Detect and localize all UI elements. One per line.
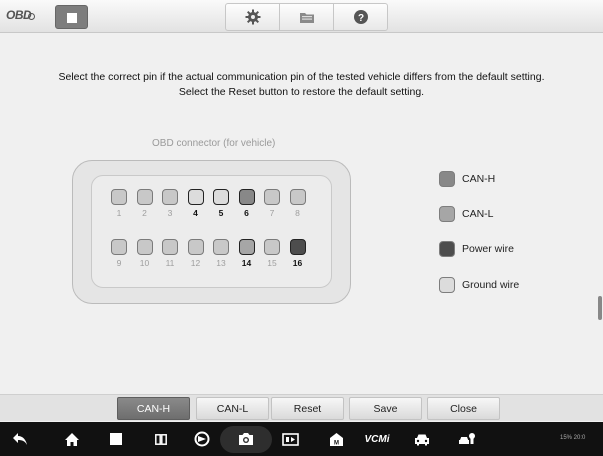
instruction-line-2: Select the Reset button to restore the d…: [178, 86, 425, 98]
pin-12[interactable]: [187, 239, 204, 255]
legend-label: CAN-L: [462, 208, 494, 220]
pin-9[interactable]: [111, 239, 127, 255]
pin-6[interactable]: [238, 189, 255, 205]
car-icon[interactable]: [412, 422, 432, 456]
svg-text:M: M: [334, 440, 339, 446]
pin-number-14: 14: [241, 258, 252, 268]
function-button-bar: CAN-H CAN-L Reset Save Close: [0, 394, 603, 421]
pin-number-4: 4: [193, 208, 198, 218]
pin-number-5: 5: [218, 208, 224, 218]
browser-icon[interactable]: [192, 422, 212, 456]
obd-connector: 1 2 3 4 5 6 7 8 9 10 11 12 13 14 15 16: [72, 160, 351, 304]
pin-10[interactable]: [136, 239, 153, 255]
pin-number-8: 8: [295, 208, 300, 218]
pin-14[interactable]: [238, 239, 255, 255]
settings-button[interactable]: [226, 4, 280, 30]
help-button[interactable]: ?: [334, 4, 387, 30]
camera-icon[interactable]: [236, 422, 256, 456]
pin-number-16: 16: [292, 258, 303, 268]
legend-item-ground-wire: Ground wire: [439, 277, 519, 293]
pin-number-11: 11: [165, 258, 175, 268]
folder-button[interactable]: [280, 4, 334, 30]
obd-logo-ring-icon: [28, 13, 35, 20]
car-service-icon[interactable]: [456, 422, 478, 456]
close-button[interactable]: Close: [427, 397, 500, 420]
vcmi-icon[interactable]: VCMi: [364, 422, 390, 456]
pin-number-2: 2: [142, 208, 147, 218]
pin-2[interactable]: [136, 189, 153, 205]
pin-number-1: 1: [116, 208, 122, 218]
pin-13[interactable]: [213, 239, 229, 255]
legend-item-can-h: CAN-H: [439, 171, 495, 187]
legend-label: Ground wire: [462, 279, 520, 291]
gear-icon: [245, 9, 260, 25]
pin-11[interactable]: [162, 239, 178, 255]
stop-icon: [67, 13, 77, 23]
pin-number-7: 7: [269, 208, 275, 218]
legend-swatch: [439, 241, 455, 257]
pin-7[interactable]: [264, 189, 280, 205]
can-l-button[interactable]: CAN-L: [196, 397, 269, 420]
legend-label: CAN-H: [462, 173, 496, 185]
home-icon[interactable]: [62, 422, 82, 456]
pin-3[interactable]: [162, 189, 178, 205]
legend-swatch: [439, 171, 455, 187]
pin-number-6: 6: [244, 208, 249, 218]
pin-number-10: 10: [139, 258, 150, 268]
legend-item-can-l: CAN-L: [439, 206, 494, 222]
svg-text:?: ?: [357, 13, 363, 24]
pin-16[interactable]: [289, 239, 306, 255]
system-navigation-bar: M VCMi 15% 20:0: [0, 422, 603, 456]
top-toolbar: OBD ?: [0, 0, 603, 33]
pin-number-9: 9: [116, 258, 122, 268]
folder-icon: [299, 12, 314, 23]
pin-5[interactable]: [213, 189, 229, 205]
scrollbar[interactable]: [598, 296, 602, 320]
legend-item-power-wire: Power wire: [439, 241, 514, 257]
toolbar-button-group: ?: [225, 3, 388, 31]
obd-logo: OBD: [6, 8, 35, 22]
save-button[interactable]: Save: [349, 397, 422, 420]
pin-1[interactable]: [111, 189, 127, 205]
reset-button[interactable]: Reset: [271, 397, 344, 420]
instructions: Select the correct pin if the actual com…: [0, 70, 603, 100]
legend-swatch: [439, 277, 455, 293]
pin-4[interactable]: [187, 189, 204, 205]
pin-number-13: 13: [216, 258, 226, 268]
can-h-button[interactable]: CAN-H: [117, 397, 190, 420]
pin-15[interactable]: [264, 239, 280, 255]
pin-8[interactable]: [289, 189, 306, 205]
recent-apps-icon[interactable]: [107, 422, 125, 456]
vcmi-label: VCMi: [364, 433, 390, 445]
obd-connector-face: 1 2 3 4 5 6 7 8 9 10 11 12 13 14 15 16: [91, 175, 332, 288]
pin-number-3: 3: [167, 208, 173, 218]
pin-number-12: 12: [190, 258, 201, 268]
pin-number-15: 15: [267, 258, 277, 268]
multi-window-icon[interactable]: [152, 422, 170, 456]
screen-record-icon[interactable]: [280, 422, 300, 456]
instruction-line-1: Select the correct pin if the actual com…: [58, 71, 545, 83]
help-icon: ?: [353, 10, 368, 24]
back-icon[interactable]: [10, 422, 30, 456]
maxifix-icon[interactable]: M: [326, 422, 346, 456]
status-indicators: 15% 20:0: [560, 435, 586, 441]
stop-button[interactable]: [55, 5, 88, 29]
legend-swatch: [439, 206, 455, 222]
connector-title: OBD connector (for vehicle): [152, 138, 276, 149]
legend-label: Power wire: [462, 243, 514, 255]
